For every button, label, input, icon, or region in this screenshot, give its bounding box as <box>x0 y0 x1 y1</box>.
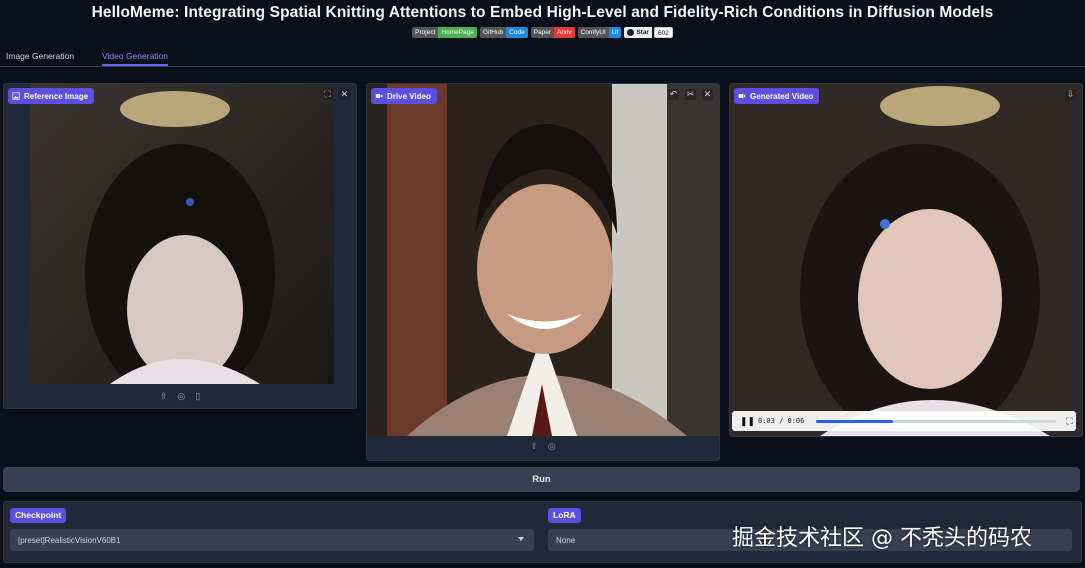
video-progress-bar[interactable] <box>816 419 1057 423</box>
lora-label: LoRA <box>548 508 581 523</box>
drive-video[interactable] <box>367 84 719 436</box>
reference-image[interactable] <box>30 84 334 384</box>
github-badge[interactable]: GitHub Code <box>479 27 528 38</box>
github-star-button[interactable]: Star 602 <box>624 27 673 38</box>
pause-icon[interactable]: ❚❚ <box>740 416 755 427</box>
badge-row: Project HomePage GitHub Code Paper Arxiv Co… <box>0 27 1085 38</box>
video-icon <box>738 94 746 98</box>
page-title: HelloMeme: Integrating Spatial Knitting … <box>91 4 994 21</box>
generated-video-panel: Generated Video ⇩ <box>729 83 1083 437</box>
generated-video[interactable] <box>730 84 1082 436</box>
github-icon <box>627 29 635 36</box>
video-icon <box>375 94 383 98</box>
fullscreen-icon[interactable]: ⛶ <box>1066 416 1072 427</box>
close-icon[interactable]: ✕ <box>702 89 713 100</box>
fullscreen-icon[interactable]: ⛶ <box>322 89 333 100</box>
star-count: 602 <box>653 27 673 38</box>
close-icon[interactable]: ✕ <box>339 89 350 100</box>
project-badge[interactable]: Project HomePage <box>412 27 477 38</box>
download-icon[interactable]: ⇩ <box>1065 89 1076 100</box>
video-controls: ❚❚ 0:03 / 0:06 ⛶ <box>732 411 1076 431</box>
tab-image-generation[interactable]: Image Generation <box>6 51 74 61</box>
checkpoint-label: Checkpoint <box>10 508 67 523</box>
webcam-icon[interactable]: ◎ <box>548 441 556 452</box>
paper-badge[interactable]: Paper Arxiv <box>530 27 575 38</box>
reference-image-label: Reference Image <box>8 88 95 104</box>
clipboard-icon[interactable]: ▯ <box>195 391 200 402</box>
image-icon <box>12 92 20 100</box>
tab-bar: Image Generation Video Generation <box>0 46 1085 67</box>
video-time: 0:03 / 0:06 <box>758 417 805 425</box>
webcam-icon[interactable]: ◎ <box>177 391 185 402</box>
drive-video-panel: Drive Video ↶ ✂ ✕ ⇧ ◎ <box>366 83 720 461</box>
drive-video-label: Drive Video <box>371 88 437 104</box>
undo-icon[interactable]: ↶ <box>668 89 679 100</box>
generated-video-label: Generated Video <box>734 88 820 104</box>
upload-icon[interactable]: ⇧ <box>530 441 538 452</box>
trim-icon[interactable]: ✂ <box>685 89 696 100</box>
checkpoint-dropdown[interactable]: [preset]RealisticVisionV60B1 <box>10 529 534 551</box>
video-progress-fill <box>816 419 894 423</box>
run-button[interactable]: Run <box>3 467 1080 492</box>
comfyui-badge[interactable]: ComfyUI UI <box>577 27 622 38</box>
chevron-down-icon <box>518 537 524 541</box>
upload-icon[interactable]: ⇧ <box>160 391 168 402</box>
tab-video-generation[interactable]: Video Generation <box>102 51 169 66</box>
watermark: 掘金技术社区 @ 不秃头的码农 <box>732 526 1032 551</box>
reference-image-panel: Reference Image ⛶ ✕ ⇧ ◎ ▯ <box>3 83 357 409</box>
